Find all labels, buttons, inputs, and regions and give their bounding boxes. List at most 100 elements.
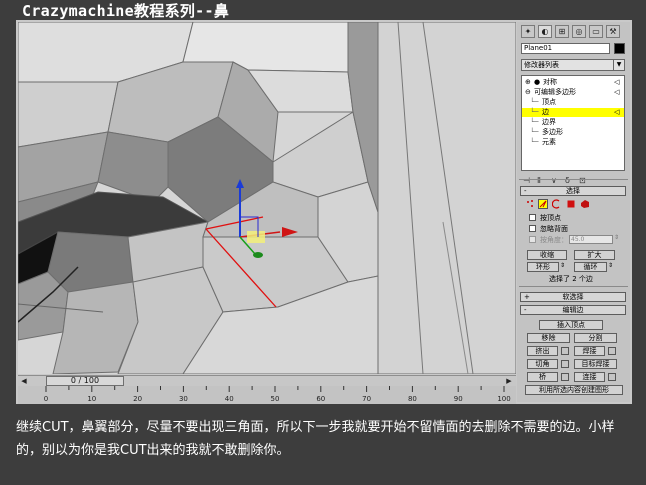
create-tab-icon[interactable]: ✦ [521,25,535,38]
motion-tab-icon[interactable]: ◎ [572,25,586,38]
tree-line: └─ [530,98,539,106]
show-end-result-icon[interactable]: Ⅱ [537,176,541,185]
expand-icon: + [524,293,530,301]
element-mode-icon[interactable] [580,199,590,209]
stack-subitem-edge[interactable]: └─ 边 ◁ [522,108,624,117]
spinner-arrows-icon[interactable]: ⇕ [614,234,619,242]
timeline-tick-label: 80 [408,395,417,403]
viewport-perspective[interactable] [18,22,516,374]
stack-item-label: 边界 [542,118,556,126]
collapse-icon: - [524,306,527,314]
divider [519,179,628,180]
stack-item-editable-poly[interactable]: ⊖ 可编辑多边形 ◁ [522,88,624,97]
edit-edges-rollout-header[interactable]: - 编辑边 [520,305,626,315]
timeline-tick-label: 50 [271,395,280,403]
collapse-icon[interactable]: ⊖ [525,88,531,97]
pin-icon[interactable]: ◁ [614,78,619,87]
modifier-list-dropdown[interactable]: 修改器列表 ▼ [521,59,625,71]
rollout-title: 选择 [566,187,580,195]
timeline-tick-label: 70 [362,395,371,403]
chamfer-button[interactable]: 切角 [527,359,558,369]
expand-icon[interactable]: ⊕ [525,78,531,87]
connect-button[interactable]: 连接 [574,372,605,382]
time-slider[interactable]: 0 / 100 [46,376,124,386]
timeline-tick-label: 10 [87,395,96,403]
bridge-button[interactable]: 桥 [527,372,558,382]
connect-settings-icon[interactable] [608,373,616,381]
timeline-tick-label: 40 [225,395,234,403]
target-weld-button[interactable]: 目标焊接 [574,359,617,369]
selection-rollout-header[interactable]: - 选择 [520,186,626,196]
display-tab-icon[interactable]: ▭ [589,25,603,38]
border-mode-icon[interactable] [552,199,562,209]
remove-button[interactable]: 移除 [527,333,570,343]
tree-line: └─ [530,118,539,126]
loop-button[interactable]: 循环 [574,262,607,272]
extrude-button[interactable]: 挤出 [527,346,558,356]
extrude-settings-icon[interactable] [561,347,569,355]
chamfer-settings-icon[interactable] [561,360,569,368]
stack-item-label: 边 [542,108,549,116]
collapse-icon: - [524,187,527,195]
split-button[interactable]: 分割 [574,333,617,343]
configure-sets-icon[interactable]: ⊡ [579,176,586,185]
create-shape-from-selection-button[interactable]: 利用所选内容创建图形 [525,385,623,395]
tree-line: └─ [530,138,539,146]
object-color-swatch[interactable] [614,43,625,54]
stack-item-symmetry[interactable]: ⊕ ● 对称 ◁ [522,78,624,87]
prev-frame-icon[interactable]: ◀ [20,377,28,386]
ignore-backfacing-checkbox[interactable] [529,225,536,232]
stack-subitem-polygon[interactable]: └─ 多边形 [522,128,624,137]
make-unique-icon[interactable]: ∨ [551,176,557,185]
rollout-title: 软选择 [562,293,584,301]
ignore-backfacing-label: 忽略背面 [540,225,568,233]
edge-mode-icon[interactable] [538,199,548,209]
soft-selection-rollout-header[interactable]: + 软选择 [520,292,626,302]
hierarchy-tab-icon[interactable]: ⊞ [555,25,569,38]
ring-spinner-icon[interactable]: ⇕ [560,262,565,270]
timeline-tick-label: 0 [44,395,48,403]
rollout-title: 编辑边 [562,306,584,314]
ring-button[interactable]: 环形 [527,262,559,272]
modify-tab-icon[interactable]: ◐ [538,25,552,38]
next-frame-icon[interactable]: ▶ [505,377,513,386]
by-angle-checkbox[interactable] [529,236,536,243]
tutorial-caption: 继续CUT，鼻翼部分，尽量不要出现三角面，所以下一步我就要开始不留情面的去删除不… [16,420,615,458]
remove-modifier-icon[interactable]: δ [565,176,570,185]
weld-button[interactable]: 焊接 [574,346,605,356]
shrink-button[interactable]: 收缩 [527,250,567,260]
pin-icon[interactable]: ◁ [614,88,619,97]
by-vertex-label: 按顶点 [540,214,561,222]
stack-subitem-border[interactable]: └─ 边界 [522,118,624,127]
timeline-tick-label: 30 [179,395,188,403]
stack-subitem-element[interactable]: └─ 元素 [522,138,624,147]
edge-mode-icon: ◁ [614,108,620,116]
chevron-down-icon: ▼ [613,60,624,70]
tree-line: └─ [530,108,539,116]
bulb-icon[interactable]: ● [534,78,540,87]
stack-subitem-vertex[interactable]: └─ 顶点 [522,98,624,107]
timeline-tick-label: 90 [454,395,463,403]
pin-stack-icon[interactable]: ⊣ [523,176,530,185]
grow-button[interactable]: 扩大 [574,250,615,260]
stack-item-label: 对称 [543,78,557,86]
object-name-field[interactable]: Plane01 [521,43,610,54]
modifier-list-label: 修改器列表 [524,61,559,69]
weld-settings-icon[interactable] [608,347,616,355]
track-bar[interactable]: 0 10 20 30 40 50 60 70 80 90 100 [18,386,516,404]
tutorial-title: Crazymachine教程系列--鼻 [22,2,230,20]
vertex-mode-icon[interactable] [525,199,535,209]
bridge-settings-icon[interactable] [561,373,569,381]
stack-item-label: 顶点 [542,98,556,106]
polygon-mode-icon[interactable] [566,199,576,209]
loop-spinner-icon[interactable]: ⇕ [608,262,613,270]
timeline-tick-label: 60 [316,395,325,403]
stack-item-label: 多边形 [542,128,563,136]
subobject-buttons [525,199,625,211]
selection-status: 选择了 2 个边 [549,275,593,283]
by-vertex-checkbox[interactable] [529,214,536,221]
angle-spinner[interactable]: 45.0 [569,235,613,244]
utilities-tab-icon[interactable]: ⚒ [606,25,620,38]
insert-vertex-button[interactable]: 插入顶点 [539,320,603,330]
timeline-tick-label: 20 [133,395,142,403]
